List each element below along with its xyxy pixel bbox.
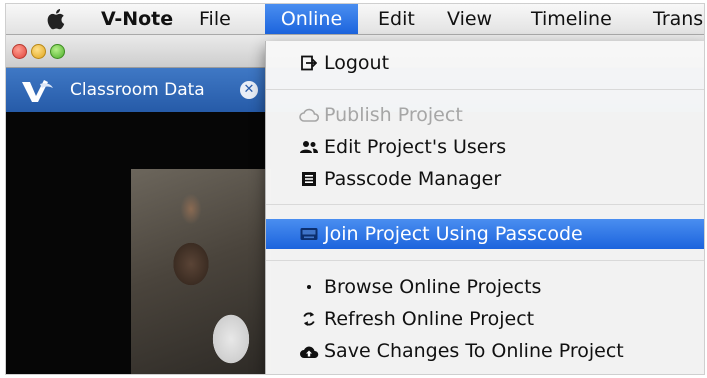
menu-item-save-changes-to-online-project[interactable]: Save Changes To Online Project bbox=[266, 337, 704, 365]
menu-item-logout[interactable]: Logout bbox=[266, 49, 704, 77]
menu-separator bbox=[266, 89, 704, 90]
menu-item-publish-project: Publish Project bbox=[266, 101, 704, 129]
logout-icon bbox=[299, 49, 319, 77]
menu-item-refresh-online-project[interactable]: Refresh Online Project bbox=[266, 305, 704, 333]
dot-icon bbox=[299, 273, 319, 301]
menubar-view[interactable]: View bbox=[447, 4, 492, 34]
video-thumbnail[interactable] bbox=[131, 169, 271, 374]
menubar-app-name[interactable]: V-Note bbox=[101, 4, 173, 34]
menubar-trans[interactable]: Trans bbox=[653, 4, 703, 34]
menu-separator bbox=[266, 260, 704, 261]
menu-item-join-project-using-passcode[interactable]: Join Project Using Passcode bbox=[266, 219, 704, 249]
list-icon bbox=[299, 165, 319, 193]
menu-item-label: Logout bbox=[324, 52, 390, 74]
menu-item-label: Refresh Online Project bbox=[324, 308, 535, 330]
menu-item-label: Edit Project's Users bbox=[324, 136, 507, 158]
v-note-logo-icon bbox=[20, 78, 54, 108]
screenshot-frame: V-Note File Online Edit View Timeline Tr… bbox=[5, 3, 705, 375]
menubar-edit[interactable]: Edit bbox=[378, 4, 415, 34]
cloud-upload-icon bbox=[299, 337, 319, 365]
apple-icon[interactable] bbox=[46, 7, 68, 35]
users-icon bbox=[299, 133, 319, 161]
tab-classroom-data[interactable]: Classroom Data bbox=[70, 68, 205, 112]
close-window-button[interactable] bbox=[12, 44, 27, 59]
keyboard-icon bbox=[299, 219, 319, 249]
menu-item-label: Passcode Manager bbox=[324, 168, 502, 190]
menu-item-label: Publish Project bbox=[324, 104, 463, 126]
menu-item-label: Browse Online Projects bbox=[324, 276, 542, 298]
menu-item-edit-project-users[interactable]: Edit Project's Users bbox=[266, 133, 704, 161]
online-dropdown-menu: Logout Publish Project Edit Project's Us… bbox=[265, 41, 704, 374]
tab-close-icon[interactable]: ✕ bbox=[240, 81, 258, 99]
menu-separator bbox=[266, 204, 704, 205]
cloud-icon bbox=[299, 101, 319, 129]
minimize-window-button[interactable] bbox=[31, 44, 46, 59]
menu-item-browse-online-projects[interactable]: Browse Online Projects bbox=[266, 273, 704, 301]
menu-item-passcode-manager[interactable]: Passcode Manager bbox=[266, 165, 704, 193]
menubar-file[interactable]: File bbox=[199, 4, 231, 34]
zoom-window-button[interactable] bbox=[50, 44, 65, 59]
refresh-icon bbox=[299, 305, 319, 333]
menu-bar: V-Note File Online Edit View Timeline Tr… bbox=[6, 4, 704, 35]
menubar-online[interactable]: Online bbox=[265, 4, 358, 34]
menu-item-label: Save Changes To Online Project bbox=[324, 340, 624, 362]
menu-item-label: Join Project Using Passcode bbox=[324, 223, 583, 245]
menubar-timeline[interactable]: Timeline bbox=[531, 4, 612, 34]
